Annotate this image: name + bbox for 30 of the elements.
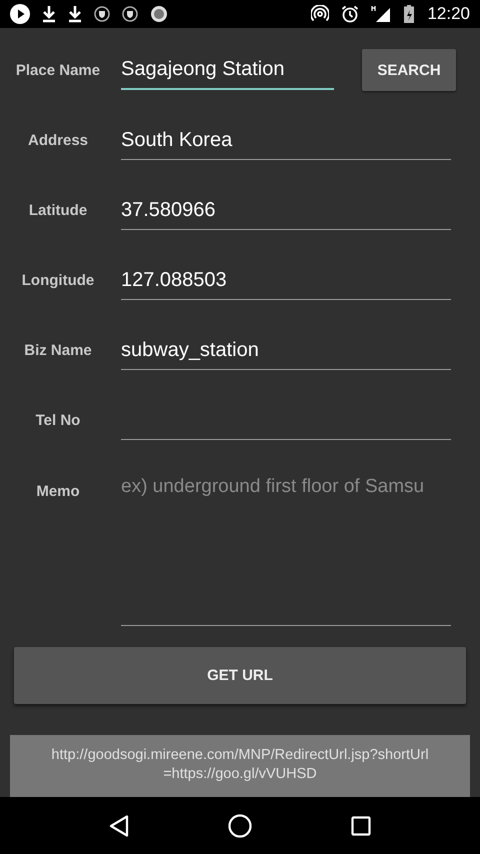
result-url: http://goodsogi.mireene.com/MNP/RedirectUrl.jsp?shortUrl =https://goo.gl/vVUHSD: [10, 734, 470, 797]
record-icon: [150, 5, 168, 23]
field-label: Longitude: [20, 272, 96, 288]
alarm-icon: [341, 5, 360, 23]
field-label: Place Name: [14, 62, 102, 78]
text-field[interactable]: 37.580966: [121, 191, 451, 230]
text-field[interactable]: Sagajeong Station: [121, 50, 334, 90]
status-time: 12:20: [427, 4, 470, 24]
play-icon: [10, 4, 30, 24]
field-label: Address: [26, 132, 90, 148]
text-field[interactable]: subway_station: [121, 331, 451, 370]
field-label: Memo: [35, 482, 81, 500]
search-button[interactable]: SEARCH: [362, 49, 456, 91]
get-url-button[interactable]: GET URL: [14, 647, 466, 704]
home-icon[interactable]: [228, 814, 252, 838]
shield-icon: [94, 6, 110, 22]
field-label: Biz Name: [23, 342, 93, 358]
text-field[interactable]: South Korea: [121, 121, 451, 160]
memo-field[interactable]: ex) underground first floor of Samsu: [121, 470, 451, 626]
back-icon[interactable]: [109, 814, 130, 836]
recents-icon[interactable]: [350, 816, 371, 836]
field-label: Latitude: [28, 202, 88, 218]
download-icon: [42, 5, 56, 23]
signal-icon: [371, 5, 392, 23]
text-field[interactable]: 127.088503: [121, 261, 451, 300]
hotspot-icon: [311, 5, 330, 23]
download-icon: [68, 5, 82, 23]
field-label: Tel No: [34, 412, 82, 428]
shield-icon: [122, 6, 138, 22]
battery-icon: [403, 4, 416, 24]
